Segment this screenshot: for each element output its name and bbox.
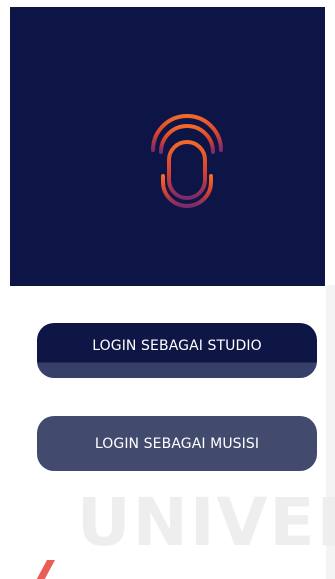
watermark-text: UNIVER bbox=[77, 484, 335, 561]
hero-banner bbox=[10, 7, 325, 286]
watermark-logo-icon bbox=[36, 560, 55, 579]
login-musisi-button[interactable]: LOGIN SEBAGAI MUSISI bbox=[37, 416, 317, 471]
login-studio-label: LOGIN SEBAGAI STUDIO bbox=[92, 338, 262, 354]
app-screen: LOGIN SEBAGAI STUDIO LOGIN SEBAGAI MUSIS… bbox=[0, 0, 335, 579]
login-studio-button[interactable]: LOGIN SEBAGAI STUDIO bbox=[37, 323, 317, 378]
microphone-icon bbox=[151, 114, 223, 224]
login-musisi-label: LOGIN SEBAGAI MUSISI bbox=[94, 435, 260, 452]
